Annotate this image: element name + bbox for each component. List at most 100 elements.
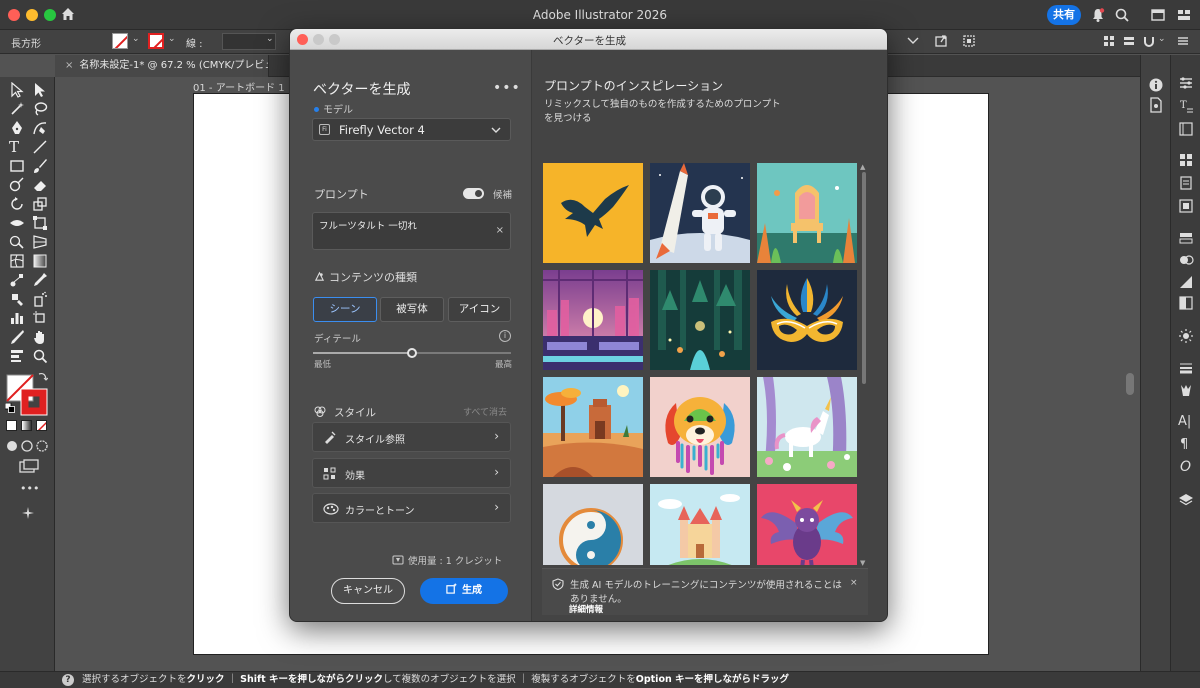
swatches-icon[interactable] (1178, 152, 1194, 168)
symbol-sprayer-tool-icon[interactable] (32, 291, 48, 307)
inspiration-thumb-castle[interactable] (650, 484, 750, 565)
layers-small-icon[interactable] (1178, 121, 1194, 137)
inspiration-thumb-yin-yang[interactable] (543, 484, 643, 565)
print-tiling-tool-icon[interactable] (9, 348, 25, 364)
help-icon[interactable]: ? (62, 674, 74, 686)
inspiration-thumb-desert[interactable] (543, 377, 643, 477)
arrange-documents-icon[interactable] (1176, 7, 1192, 23)
paintbrush-tool-icon[interactable] (32, 158, 48, 174)
transparency-icon[interactable] (1178, 295, 1194, 311)
fill-color-swatch[interactable] (112, 33, 128, 49)
style-reference-row[interactable]: スタイル参照 › (312, 422, 511, 452)
document-info-icon[interactable] (1148, 97, 1164, 113)
type-tool-icon[interactable]: T (9, 139, 25, 155)
recolor-icon[interactable] (962, 34, 976, 48)
workspace-icon[interactable] (1150, 7, 1166, 23)
artboard-tool-icon[interactable] (32, 310, 48, 326)
rotate-tool-icon[interactable] (9, 196, 25, 212)
opentype-icon[interactable]: O (1180, 459, 1196, 475)
distribute-icon[interactable] (1122, 34, 1136, 48)
close-notice-icon[interactable]: × (850, 578, 858, 588)
model-select[interactable]: Fi Firefly Vector 4 (312, 118, 511, 141)
eyedropper-tool-icon[interactable] (32, 272, 48, 288)
close-tab-icon[interactable]: × (65, 60, 73, 71)
suggestions-toggle[interactable] (463, 188, 484, 199)
draw-mode-icons[interactable] (6, 439, 48, 453)
shaper-tool-icon[interactable] (9, 177, 25, 193)
effects-row[interactable]: 効果 › (312, 458, 511, 488)
bell-icon[interactable] (1090, 7, 1106, 23)
layers-icon[interactable] (1178, 492, 1194, 508)
hand-tool-icon[interactable] (32, 329, 48, 345)
none-mode-icon[interactable] (36, 420, 47, 431)
chevron-down-icon[interactable]: ⌄ (168, 34, 176, 44)
blend-tool-icon[interactable] (9, 272, 25, 288)
learn-more-link[interactable]: 詳細情報 (569, 603, 603, 615)
perspective-grid-tool-icon[interactable] (32, 234, 48, 250)
content-type-icon[interactable]: アイコン (448, 297, 511, 322)
screen-mode-icon[interactable] (19, 459, 39, 473)
default-fill-stroke-icon[interactable] (5, 403, 15, 413)
scroll-down-icon[interactable]: ▼ (860, 559, 865, 567)
chevron-down-icon[interactable]: ⌄ (132, 34, 140, 44)
color-guide-icon[interactable] (1178, 252, 1194, 268)
symbols-icon[interactable] (1178, 198, 1194, 214)
info-icon[interactable] (1148, 77, 1164, 93)
swap-fill-stroke-icon[interactable] (38, 371, 48, 381)
magnet-icon[interactable] (1142, 34, 1156, 48)
brushes-icon[interactable] (1178, 175, 1194, 191)
sparkle-icon[interactable] (20, 505, 36, 521)
paragraph-icon[interactable]: ¶ (1180, 437, 1196, 453)
zoom-tool-icon[interactable] (32, 348, 48, 364)
info-icon[interactable]: i (499, 330, 511, 342)
panel-menu-icon[interactable] (1176, 34, 1190, 48)
rectangle-tool-icon[interactable] (9, 158, 25, 174)
color-mode-icon[interactable] (6, 420, 17, 431)
mesh-tool-icon[interactable] (9, 253, 25, 269)
puppet-icon[interactable] (1178, 382, 1194, 398)
selection-tool-icon[interactable] (9, 82, 25, 98)
sun-icon[interactable] (1178, 328, 1194, 344)
inspiration-thumb-bird[interactable] (543, 163, 643, 263)
curvature-tool-icon[interactable] (32, 120, 48, 136)
free-transform-tool-icon[interactable] (32, 215, 48, 231)
inspiration-thumb-winged-creature[interactable] (757, 484, 857, 565)
generate-button[interactable]: 生成 (420, 578, 508, 604)
gradient-tool-icon[interactable] (32, 253, 48, 269)
properties-icon[interactable] (1178, 75, 1194, 91)
clear-all-styles-button[interactable]: すべて消去 (463, 405, 507, 418)
lasso-tool-icon[interactable] (32, 101, 48, 117)
chevron-down-icon[interactable]: ⌄ (266, 34, 274, 44)
eraser-tool-icon[interactable] (32, 177, 48, 193)
inspiration-thumb-dog[interactable] (650, 377, 750, 477)
inspiration-thumb-underwater-throne[interactable] (757, 163, 857, 263)
width-tool-icon[interactable] (9, 215, 25, 231)
clear-prompt-icon[interactable]: × (496, 225, 504, 236)
detail-slider-handle[interactable] (407, 348, 417, 358)
character-icon[interactable]: A| (1178, 414, 1194, 430)
more-tools-icon[interactable]: ••• (20, 482, 39, 498)
inspiration-scrollbar[interactable] (862, 172, 866, 384)
scroll-up-icon[interactable]: ▲ (860, 163, 865, 171)
inspiration-thumb-city[interactable] (543, 270, 643, 370)
search-icon[interactable] (1114, 7, 1130, 23)
magic-wand-tool-icon[interactable] (9, 101, 25, 117)
more-options-button[interactable]: ••• (493, 80, 521, 96)
inspiration-thumb-unicorn[interactable] (757, 377, 857, 477)
inspiration-thumb-mask[interactable] (757, 270, 857, 370)
inspiration-thumb-forest[interactable] (650, 270, 750, 370)
chevron-down-icon[interactable]: ⌄ (1158, 34, 1166, 44)
column-graph-tool-icon[interactable] (9, 310, 25, 326)
pen-tool-icon[interactable] (9, 120, 25, 136)
stroke-color-swatch[interactable] (148, 33, 164, 49)
document-tab[interactable]: × 名称未設定-1* @ 67.2 % (CMYK/プレビュー) (55, 55, 269, 77)
export-icon[interactable] (934, 34, 948, 48)
detail-slider[interactable] (313, 348, 511, 358)
gradient-mode-icon[interactable] (21, 420, 32, 431)
content-type-scene[interactable]: シーン (313, 297, 377, 322)
share-button[interactable]: 共有 (1047, 5, 1081, 25)
transform-icon[interactable] (906, 34, 920, 48)
scale-tool-icon[interactable] (32, 196, 48, 212)
appearance-icon[interactable] (1178, 274, 1194, 290)
line-tool-icon[interactable] (32, 139, 48, 155)
